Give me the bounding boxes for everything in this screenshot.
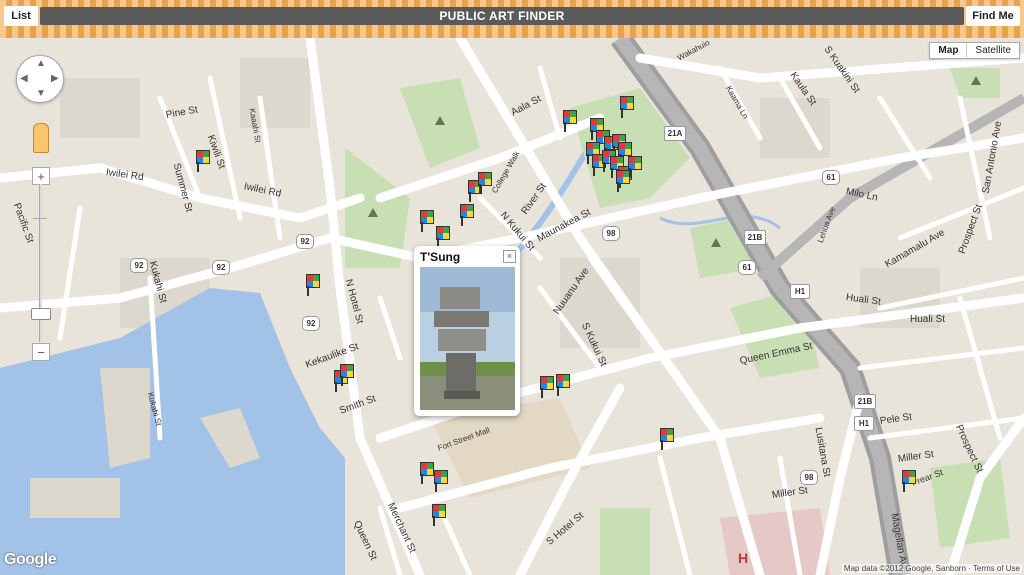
art-pin-icon[interactable] — [660, 428, 674, 450]
route-shield: 98 — [800, 470, 818, 485]
art-pin-icon[interactable] — [436, 226, 450, 248]
art-pin-icon[interactable] — [628, 156, 642, 178]
art-pin-icon[interactable] — [616, 170, 630, 192]
pan-control-icon[interactable]: ▲ ▼ ◀ ▶ — [16, 55, 64, 103]
zoom-slider-thumb[interactable] — [31, 308, 51, 320]
zoom-tick — [33, 218, 47, 219]
route-shield: 21B — [854, 394, 876, 409]
route-shield: 21A — [664, 126, 686, 141]
map-canvas[interactable]: Pine St Kiwili St Kaaahi St Aala St Waka… — [0, 38, 1024, 575]
route-shield: 61 — [822, 170, 840, 185]
app-title: PUBLIC ART FINDER — [40, 7, 964, 25]
art-pin-icon[interactable] — [420, 210, 434, 232]
pegman-icon[interactable] — [33, 123, 49, 153]
art-pin-icon[interactable] — [432, 504, 446, 526]
zoom-out-button[interactable]: − — [32, 343, 50, 361]
art-pin-icon[interactable] — [478, 172, 492, 194]
route-shield: 92 — [130, 258, 148, 273]
art-pin-icon[interactable] — [540, 376, 554, 398]
route-shield: 61 — [738, 260, 756, 275]
map-type-satellite-button[interactable]: Satellite — [967, 43, 1019, 58]
list-button[interactable]: List — [4, 6, 38, 26]
close-icon[interactable]: × — [503, 250, 516, 263]
art-pin-icon[interactable] — [340, 364, 354, 386]
zoom-in-button[interactable]: + — [32, 167, 50, 185]
route-shield: 98 — [602, 226, 620, 241]
art-pin-icon[interactable] — [196, 150, 210, 172]
header-bar: List PUBLIC ART FINDER Find Me — [0, 0, 1024, 38]
street-label: Huali St — [910, 314, 946, 325]
info-window-title: T'Sung — [420, 250, 461, 264]
art-pin-icon[interactable] — [460, 204, 474, 226]
art-pin-icon[interactable] — [563, 110, 577, 132]
art-pin-icon[interactable] — [420, 462, 434, 484]
find-me-button[interactable]: Find Me — [966, 6, 1020, 26]
map-type-control: Map Satellite — [929, 42, 1020, 59]
hospital-icon: H — [738, 550, 749, 566]
route-shield: H1 — [854, 416, 874, 431]
artwork-photo[interactable] — [420, 267, 515, 410]
route-shield: 92 — [212, 260, 230, 275]
route-shield: 92 — [296, 234, 314, 249]
art-pin-icon[interactable] — [306, 274, 320, 296]
google-logo: Google — [4, 551, 57, 568]
map-attribution[interactable]: Map data ©2012 Google, Sanborn · Terms o… — [841, 564, 1022, 573]
art-pin-icon[interactable] — [556, 374, 570, 396]
route-shield: H1 — [790, 284, 810, 299]
art-pin-icon[interactable] — [620, 96, 634, 118]
info-window: T'Sung × — [414, 246, 520, 416]
art-pin-icon[interactable] — [902, 470, 916, 492]
art-pin-icon[interactable] — [434, 470, 448, 492]
route-shield: 92 — [302, 316, 320, 331]
route-shield: 21B — [744, 230, 766, 245]
map-type-map-button[interactable]: Map — [930, 43, 968, 58]
